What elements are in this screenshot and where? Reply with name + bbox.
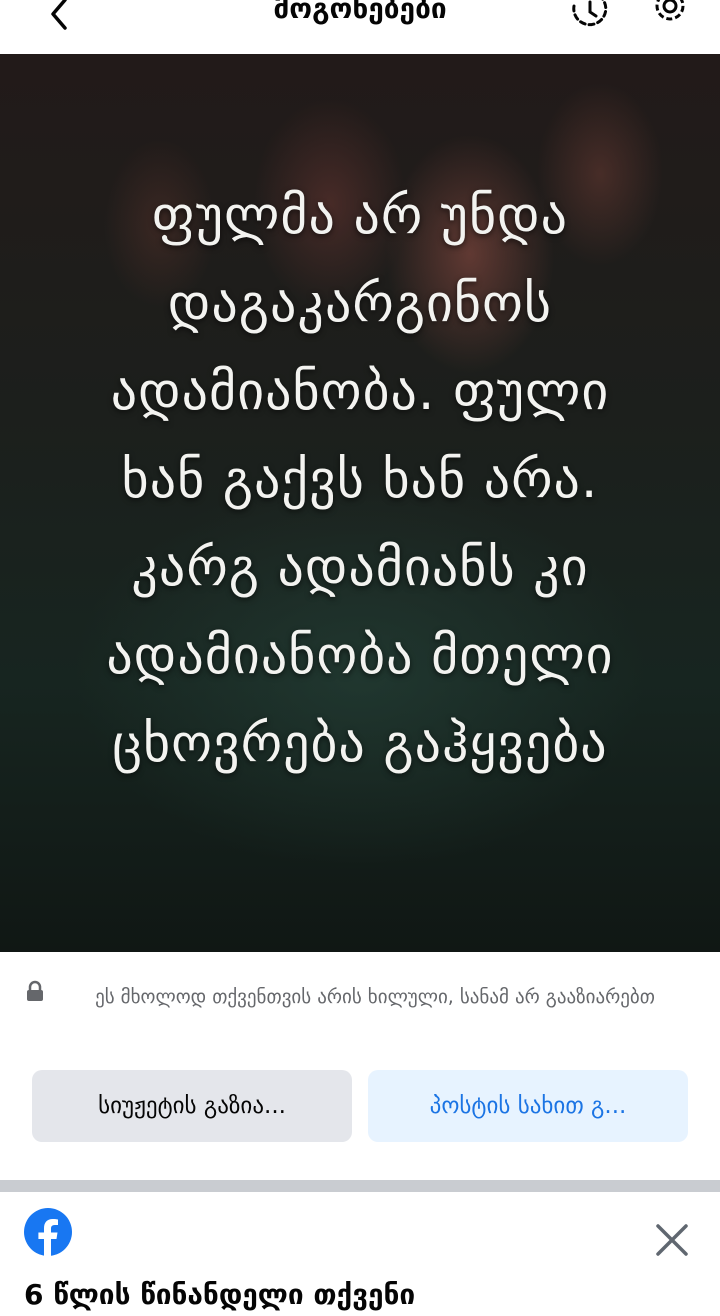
next-memory-title: 6 წლის წინანდელი თქვენი — [24, 1278, 416, 1311]
privacy-section: ეს მხოლოდ თქვენთვის არის ხილული, სანამ ა… — [0, 952, 720, 1180]
gear-icon — [655, 0, 685, 21]
history-button[interactable] — [566, 0, 614, 32]
memory-image[interactable]: ფულმა არ უნდა დაგაკარგინოს ადამიანობა. ფ… — [0, 54, 720, 952]
close-icon — [656, 1224, 688, 1256]
history-icon — [572, 0, 608, 27]
settings-button[interactable] — [648, 0, 692, 32]
share-as-story-button[interactable]: სიუჟეტის გაზია... — [32, 1070, 352, 1142]
next-memory-card[interactable]: 6 წლის წინანდელი თქვენი — [0, 1192, 720, 1316]
lock-icon — [27, 980, 43, 1001]
close-button[interactable] — [650, 1218, 694, 1262]
section-divider — [0, 1180, 720, 1192]
facebook-icon — [24, 1208, 72, 1256]
memory-quote-text: ფულმა არ უნდა დაგაკარგინოს ადამიანობა. ფ… — [106, 186, 614, 774]
top-bar: მოგონებები — [0, 0, 720, 54]
privacy-note: ეს მხოლოდ თქვენთვის არის ხილული, სანამ ა… — [95, 986, 655, 1008]
share-as-post-button[interactable]: პოსტის სახით გ... — [368, 1070, 688, 1142]
